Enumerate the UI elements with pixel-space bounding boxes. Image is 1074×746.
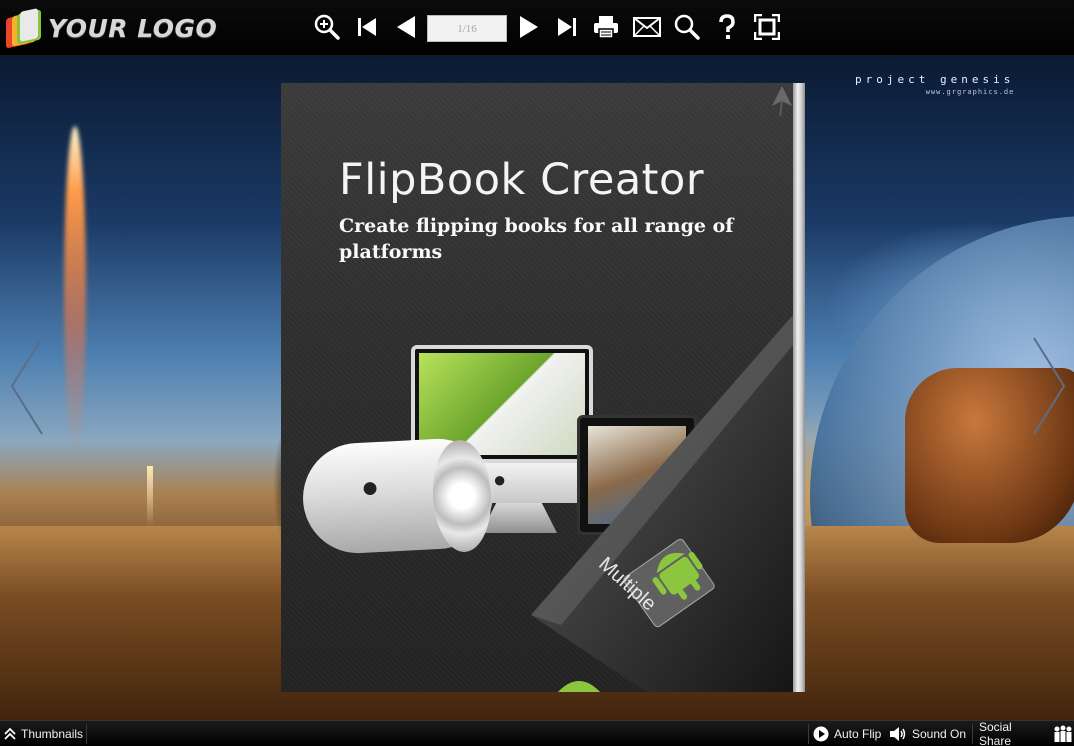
next-page-icon[interactable] — [512, 10, 546, 44]
logo-text: YOUR LOGO — [48, 13, 218, 43]
logo-icon — [4, 6, 44, 50]
thumbnails-button[interactable]: Thumbnails — [4, 721, 83, 746]
book-subtitle: Create flipping books for all range of p… — [339, 215, 734, 263]
page-number-input[interactable] — [427, 15, 507, 42]
print-icon[interactable] — [589, 10, 623, 44]
apple-logo-icon: ● — [493, 467, 507, 492]
fullscreen-icon[interactable] — [750, 10, 784, 44]
background-watermark: project genesis www.grgraphics.de — [855, 73, 1014, 96]
zoom-in-icon[interactable] — [310, 10, 344, 44]
play-icon — [813, 726, 829, 742]
watermark-title: project genesis — [855, 73, 1015, 86]
divider — [972, 724, 973, 744]
divider — [808, 724, 809, 744]
social-share-label: Social Share — [979, 720, 1012, 746]
sound-toggle[interactable]: Sound On — [889, 721, 966, 746]
book-page[interactable]: FlipBook Creator Create flipping books f… — [281, 83, 793, 692]
social-share-button[interactable]: Social Share — [979, 720, 1074, 746]
speaker-icon — [890, 727, 906, 741]
logo: YOUR LOGO — [4, 6, 217, 50]
rocket-trail — [64, 126, 86, 456]
book-page-edge — [793, 83, 805, 692]
email-icon[interactable] — [630, 10, 664, 44]
android-icon — [558, 681, 600, 692]
next-page-arrow[interactable] — [1030, 336, 1070, 436]
thumbnails-label: Thumbnails — [21, 727, 84, 741]
people-icon — [1054, 725, 1072, 742]
search-icon[interactable] — [670, 10, 704, 44]
top-toolbar: YOUR LOGO — [0, 0, 1074, 56]
previous-page-icon[interactable] — [389, 10, 423, 44]
help-icon[interactable] — [710, 10, 744, 44]
auto-flip-label: Auto Flip — [834, 727, 882, 741]
last-page-icon[interactable] — [550, 10, 584, 44]
watermark-url: www.grgraphics.de — [925, 88, 1015, 96]
bottom-toolbar: Thumbnails Auto Flip Sound On Social Sha… — [0, 720, 1074, 746]
previous-page-arrow[interactable] — [6, 336, 46, 436]
page-curl[interactable] — [521, 315, 793, 692]
first-page-icon[interactable] — [350, 10, 384, 44]
divider — [86, 724, 87, 744]
sound-label: Sound On — [912, 727, 967, 741]
auto-flip-button[interactable]: Auto Flip — [813, 721, 881, 746]
apple-logo-icon: ● — [361, 471, 380, 504]
page-corner-icon[interactable] — [772, 86, 792, 116]
book-title: FlipBook Creator — [339, 155, 705, 205]
rocket-trail-small — [147, 466, 153, 526]
double-chevron-up-icon — [4, 727, 16, 740]
book-stage: project genesis www.grgraphics.de FlipBo… — [0, 56, 1074, 720]
